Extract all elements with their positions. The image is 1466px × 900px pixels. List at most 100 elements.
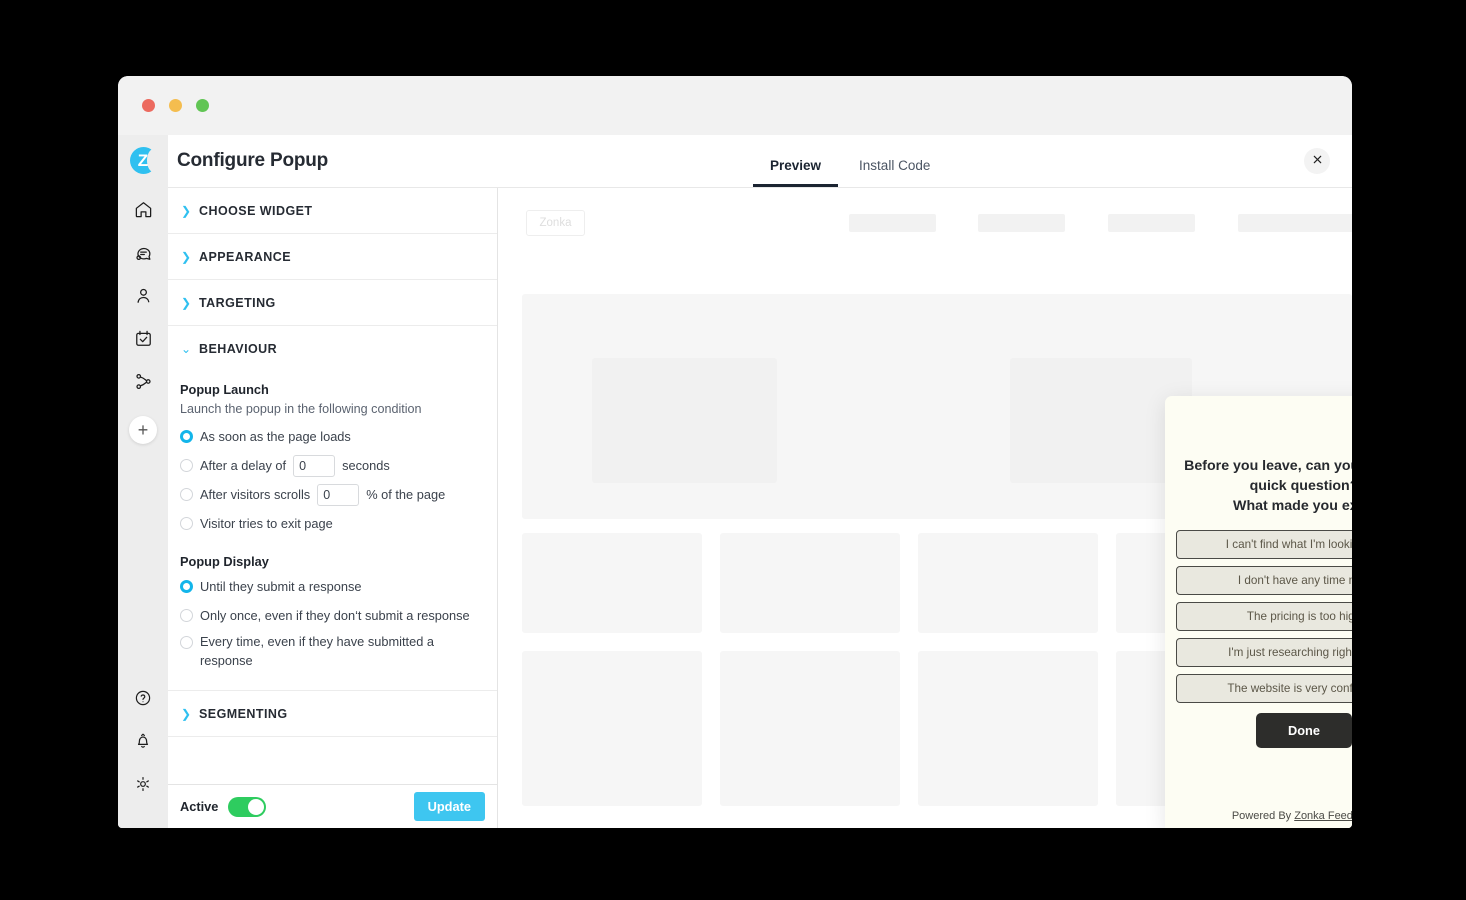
skeleton-card [522,533,702,633]
add-button[interactable]: + [129,416,157,444]
skeleton-card [918,533,1098,633]
sidebar-item-workflows[interactable] [126,364,160,398]
app-body: Z + Configure Popup Preview Install Code… [118,135,1352,828]
chevron-right-icon: ❯ [181,295,192,310]
section-choose-widget[interactable]: ❯ CHOOSE WIDGET [168,188,497,234]
radio-indicator [180,636,193,649]
sidebar-item-tasks[interactable] [126,321,160,355]
skeleton-card [720,651,900,806]
chevron-down-icon: ⌄ [181,342,192,356]
radio-after-delay[interactable]: After a delay of seconds [180,453,485,478]
gear-icon [134,775,152,793]
content-area: ❯ CHOOSE WIDGET ❯ APPEARANCE ❯ TARGETING [168,188,1352,828]
radio-label-suffix: % of the page [366,486,446,502]
help-circle-icon [134,689,152,707]
radio-label: Until they submit a response [200,578,362,594]
radio-indicator [180,459,193,472]
radio-indicator [180,488,193,501]
radio-until-submit[interactable]: Until they submit a response [180,574,485,599]
section-appearance[interactable]: ❯ APPEARANCE [168,234,497,280]
skeleton-nav-item [978,214,1065,232]
active-label: Active [180,799,219,814]
section-segmenting[interactable]: ❯ SEGMENTING [168,691,497,738]
tab-preview[interactable]: Preview [753,158,839,187]
popup-question: Before you leave, can you answer a quick… [1165,396,1352,516]
popup-display-title: Popup Display [180,554,269,569]
toggle-knob [248,798,265,815]
scroll-percent-input[interactable] [317,483,360,506]
close-window-button[interactable] [142,99,155,112]
popup-launch-description: Launch the popup in the following condit… [180,402,422,416]
zonka-logo[interactable]: Z [129,147,160,174]
popup-done-button[interactable]: Done [1256,713,1352,749]
chevron-right-icon: ❯ [181,249,192,264]
home-icon [134,200,153,219]
radio-indicator [180,580,193,593]
sidebar-item-notifications[interactable] [126,724,160,758]
person-icon [134,286,153,305]
skeleton-logo: Zonka [526,210,585,236]
behaviour-section-body: Popup Launch Launch the popup in the fol… [168,372,497,692]
minimize-window-button[interactable] [169,99,182,112]
popup-done-wrap: Done [1176,713,1352,749]
sidebar-rail: Z + [118,135,168,828]
skeleton-nav-item [1108,214,1195,232]
close-configure-button[interactable] [1304,148,1330,174]
popup-launch-title: Popup Launch [180,382,269,397]
powered-by-text: Powered By [1231,810,1295,822]
sidebar-item-help[interactable] [126,681,160,715]
zonka-logo-letter: Z [137,150,149,170]
rail-bottom-group [126,681,160,828]
radio-indicator [180,609,193,622]
popup-options: I can't find what I'm looking for I don'… [1165,516,1352,749]
section-behaviour[interactable]: ⌄ BEHAVIOUR [168,326,497,372]
radio-page-loads[interactable]: As soon as the page loads [180,424,485,449]
tab-install-code[interactable]: Install Code [842,158,947,187]
popup-widget: ✕ Before you leave, can you answer a qui… [1165,396,1352,828]
skeleton-card [720,533,900,633]
popup-option-button[interactable]: I'm just researching right now [1176,638,1352,668]
update-button[interactable]: Update [413,792,485,821]
bell-icon [134,732,152,750]
app-header: Configure Popup Preview Install Code [168,135,1352,188]
skeleton-nav-item [849,214,936,232]
section-targeting[interactable]: ❯ TARGETING [168,280,497,326]
radio-label: As soon as the page loads [200,428,351,444]
section-label: CHOOSE WIDGET [199,203,313,218]
config-panel: ❯ CHOOSE WIDGET ❯ APPEARANCE ❯ TARGETING [168,188,498,828]
popup-question-line-3: What made you exit? [1233,498,1352,515]
sidebar-item-settings[interactable] [126,767,160,801]
close-icon [1312,152,1323,170]
window-titlebar [118,76,1352,135]
sidebar-item-contacts[interactable] [126,278,160,312]
calendar-check-icon [134,329,153,348]
preview-canvas: Zonka Save [498,188,1352,828]
radio-only-once[interactable]: Only once, even if they don‘t submit a r… [180,603,485,628]
popup-question-line-1: Before you leave, can you answer a [1184,458,1352,474]
popup-question-line-2: quick question? [1249,478,1352,495]
popup-option-button[interactable]: I can't find what I'm looking for [1176,530,1352,560]
delay-seconds-input[interactable] [293,454,336,477]
popup-powered-by: Powered By Zonka Feedback [1165,810,1352,822]
active-toggle[interactable] [228,796,267,817]
radio-label-prefix: After visitors scrolls [200,486,311,502]
radio-indicator [180,430,193,443]
popup-option-button[interactable]: I don't have any time now [1176,566,1352,596]
radio-every-time[interactable]: Every time, even if they have submitted … [180,632,485,670]
popup-option-button[interactable]: The website is very confusing [1176,674,1352,704]
popup-option-button[interactable]: The pricing is too high [1176,602,1352,632]
panel-footer: Active Update [168,784,497,828]
skeleton-nav-item [1238,214,1352,232]
radio-exit-intent[interactable]: Visitor tries to exit page [180,511,485,536]
skeleton-card [522,651,702,806]
maximize-window-button[interactable] [196,99,209,112]
skeleton-card [918,651,1098,806]
config-panel-scroll[interactable]: ❯ CHOOSE WIDGET ❯ APPEARANCE ❯ TARGETING [168,188,497,784]
radio-after-scroll[interactable]: After visitors scrolls % of the page [180,482,485,507]
radio-label-suffix: seconds [342,457,390,473]
sidebar-item-inbox[interactable] [126,235,160,269]
sidebar-item-home[interactable] [126,192,160,226]
zonka-feedback-link[interactable]: Zonka Feedback [1294,810,1352,822]
chat-icon [134,243,153,262]
